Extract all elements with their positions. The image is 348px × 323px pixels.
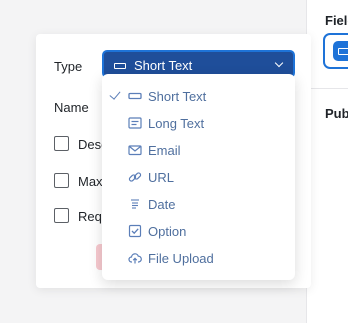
panel-title: Field — [325, 13, 348, 28]
checkbox-label: Max — [78, 174, 103, 189]
type-dropdown-menu: Short Text Long Text Email URL Date Opti… — [102, 74, 295, 280]
chevron-down-icon — [274, 58, 284, 68]
check-icon — [109, 88, 121, 100]
link-icon — [128, 170, 142, 184]
short-text-icon — [128, 89, 142, 103]
cloud-upload-icon — [128, 251, 142, 265]
description-checkbox[interactable] — [54, 136, 69, 151]
max-checkbox[interactable] — [54, 173, 69, 188]
option-label: Date — [148, 197, 176, 212]
option-label: File Upload — [148, 251, 214, 266]
type-label: Type — [54, 59, 83, 74]
field-settings-panel: Field Pub — [306, 0, 348, 323]
option-file-upload[interactable]: File Upload — [102, 246, 295, 270]
short-text-icon — [333, 41, 348, 61]
checkbox-icon — [128, 224, 142, 238]
option-long-text[interactable]: Long Text — [102, 111, 295, 135]
divider — [307, 88, 348, 89]
option-date[interactable]: Date — [102, 192, 295, 216]
panel-section-title: Pub — [325, 106, 348, 121]
option-label: URL — [148, 170, 175, 185]
long-text-icon — [128, 116, 142, 130]
required-checkbox[interactable] — [54, 208, 69, 223]
option-option[interactable]: Option — [102, 219, 295, 243]
short-text-icon — [114, 63, 126, 69]
option-email[interactable]: Email — [102, 138, 295, 162]
option-label: Email — [148, 143, 181, 158]
date-icon — [128, 197, 142, 211]
type-select-value: Short Text — [134, 58, 193, 73]
name-label: Name — [54, 100, 89, 115]
option-url[interactable]: URL — [102, 165, 295, 189]
email-icon — [128, 143, 142, 157]
field-type-button[interactable] — [323, 33, 348, 69]
option-short-text[interactable]: Short Text — [102, 84, 295, 108]
option-label: Short Text — [148, 89, 207, 104]
option-label: Long Text — [148, 116, 205, 131]
option-label: Option — [148, 224, 187, 239]
